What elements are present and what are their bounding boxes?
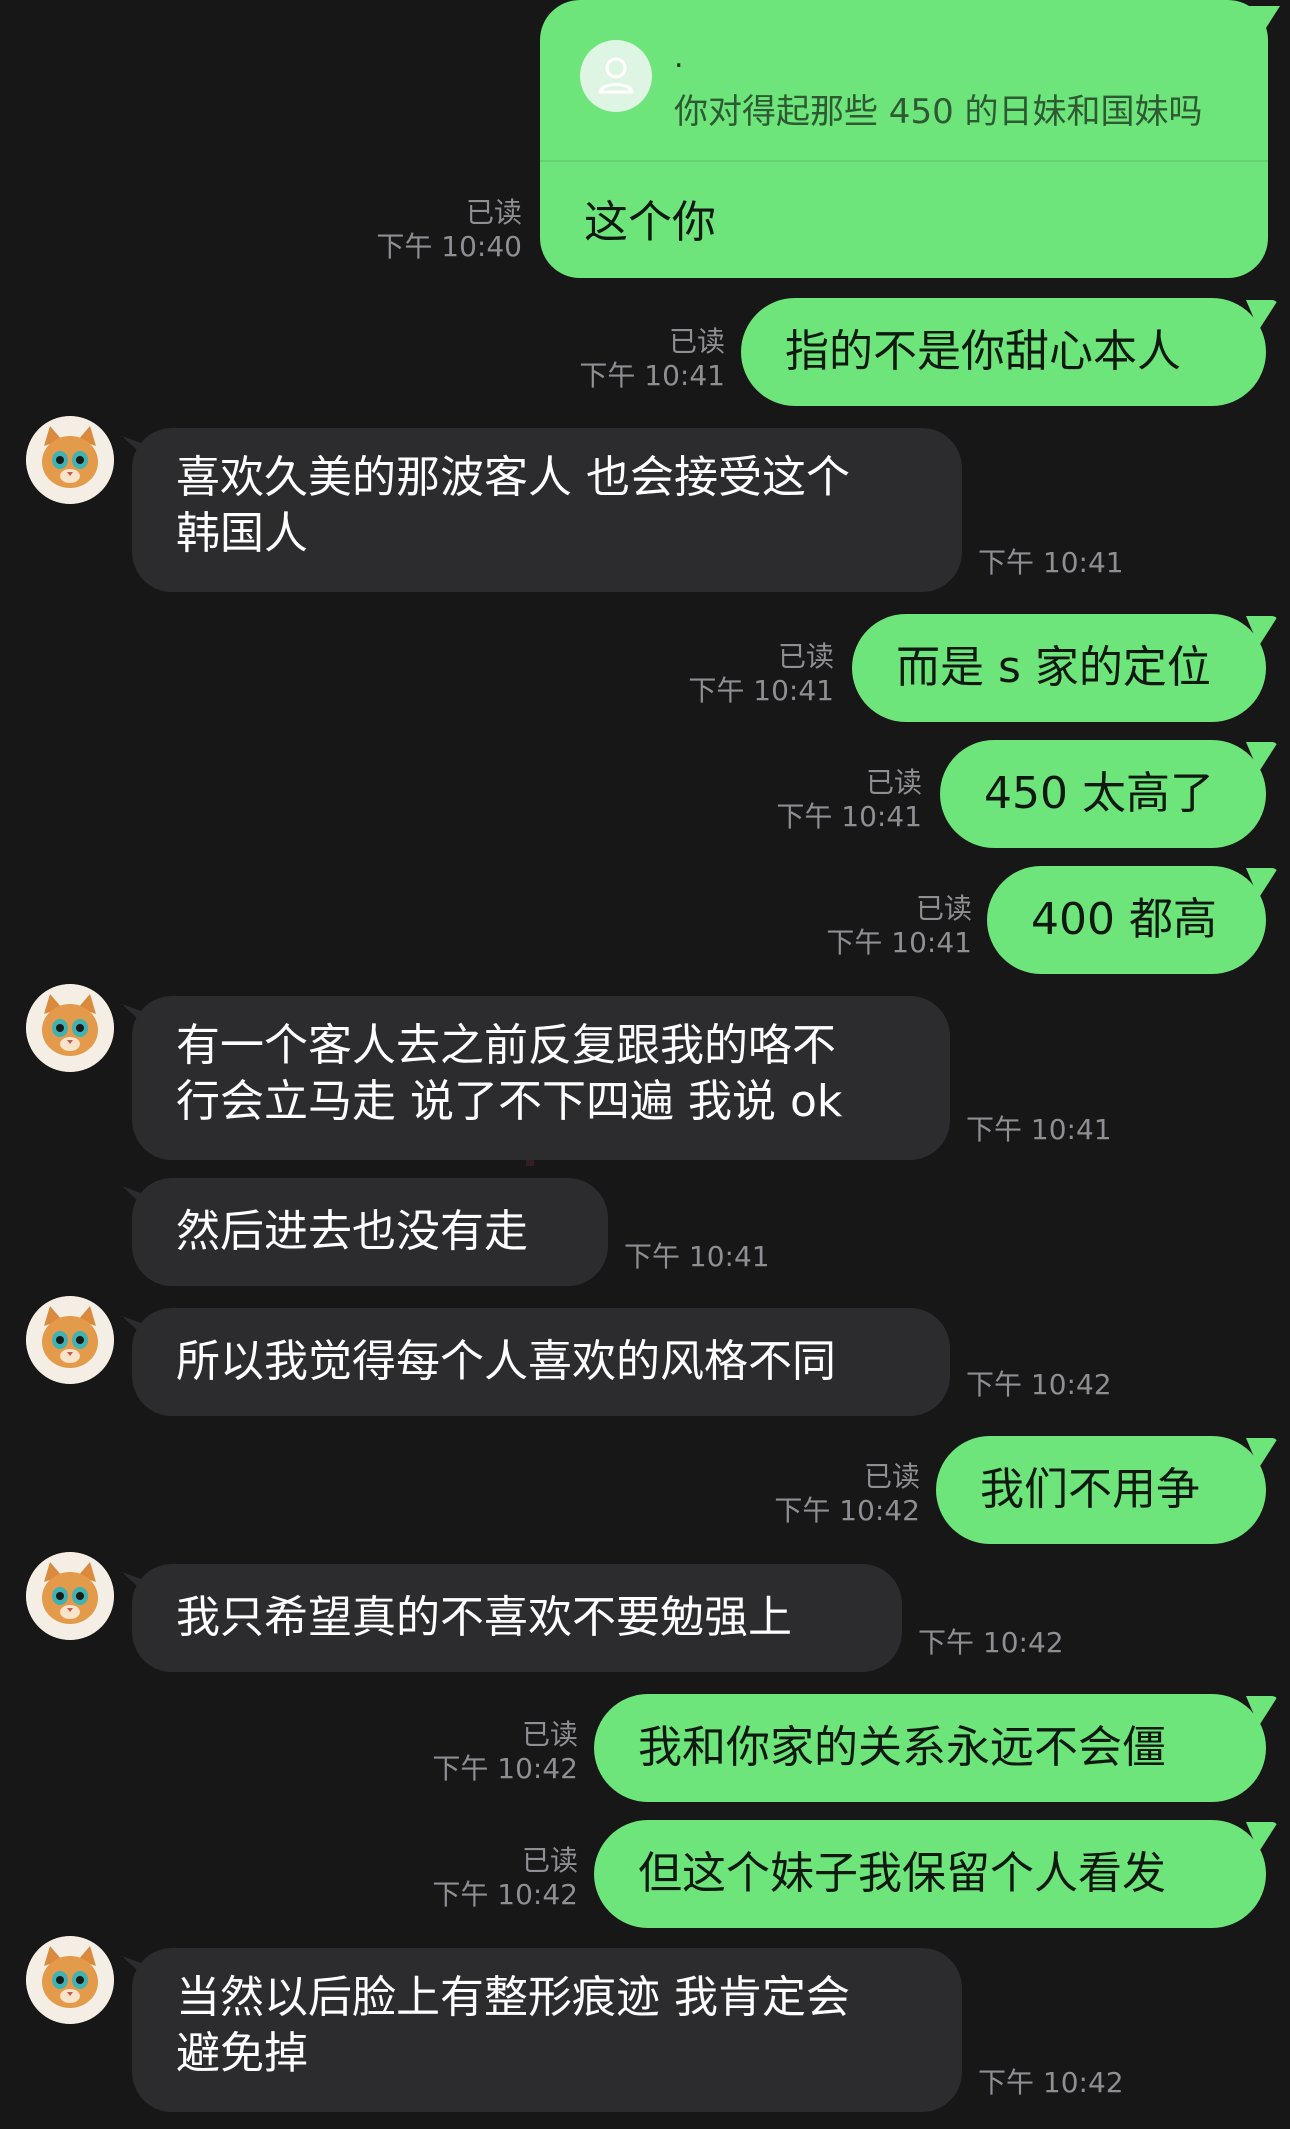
message-meta: 已读 下午 10:40	[376, 196, 522, 264]
incoming-bubble[interactable]: 然后进去也没有走	[132, 1178, 608, 1286]
message-text: 喜欢久美的那波客人 也会接受这个 韩国人	[176, 450, 850, 562]
read-status: 已读	[521, 1718, 578, 1751]
message-text: 当然以后脸上有整形痕迹 我肯定会 避免掉	[176, 1970, 850, 2082]
cat-avatar-icon[interactable]	[26, 1296, 114, 1384]
timestamp: 下午 10:41	[826, 926, 972, 959]
incoming-bubble[interactable]: 我只希望真的不喜欢不要勉强上	[132, 1564, 902, 1672]
message-text: 450 太高了	[984, 768, 1214, 819]
read-status: 已读	[863, 1460, 920, 1493]
outgoing-bubble[interactable]: 指的不是你甜心本人	[741, 298, 1266, 406]
timestamp: 下午 10:41	[624, 1240, 770, 1273]
quote-text: 你对得起那些 450 的日妹和国妹吗	[674, 92, 1203, 132]
message-text: 指的不是你甜心本人	[785, 326, 1181, 377]
cat-avatar-icon[interactable]	[26, 416, 114, 504]
read-status: 已读	[777, 640, 834, 673]
message-meta: 已读 下午 10:41	[776, 766, 922, 834]
user-silhouette-icon	[580, 40, 652, 112]
message-meta: 下午 10:41	[624, 1240, 770, 1274]
read-status: 已读	[865, 766, 922, 799]
quote-sender: .	[674, 40, 684, 75]
message-meta: 已读 下午 10:41	[688, 640, 834, 708]
timestamp: 下午 10:41	[978, 546, 1124, 579]
cat-avatar-icon[interactable]	[26, 1552, 114, 1640]
message-meta: 下午 10:42	[918, 1626, 1064, 1660]
cat-avatar-icon[interactable]	[26, 1936, 114, 2024]
message-line: 喜欢久美的那波客人 也会接受这个	[176, 452, 850, 503]
timestamp: 下午 10:41	[688, 674, 834, 707]
message-line: 行会立马走 说了不下四遍 我说 ok	[176, 1076, 843, 1127]
timestamp: 下午 10:40	[376, 230, 522, 263]
timestamp: 下午 10:42	[966, 1368, 1112, 1401]
message-line: 有一个客人去之前反复跟我的咯不	[176, 1020, 836, 1071]
outgoing-bubble[interactable]: 450 太高了	[940, 740, 1266, 848]
message-meta: 下午 10:41	[978, 546, 1124, 580]
timestamp: 下午 10:42	[978, 2066, 1124, 2099]
message-line: 当然以后脸上有整形痕迹 我肯定会	[176, 1972, 850, 2023]
message-line: 避免掉	[176, 2028, 308, 2079]
read-status: 已读	[668, 325, 725, 358]
message-text: 然后进去也没有走	[176, 1206, 528, 1257]
incoming-bubble[interactable]: 有一个客人去之前反复跟我的咯不 行会立马走 说了不下四遍 我说 ok	[132, 996, 950, 1160]
message-meta: 已读 下午 10:41	[579, 325, 725, 393]
message-meta: 已读 下午 10:42	[774, 1460, 920, 1528]
outgoing-bubble[interactable]: 而是 s 家的定位	[852, 614, 1266, 722]
cat-avatar-icon[interactable]	[26, 984, 114, 1072]
timestamp: 下午 10:42	[432, 1752, 578, 1785]
message-text: 有一个客人去之前反复跟我的咯不 行会立马走 说了不下四遍 我说 ok	[176, 1018, 842, 1130]
timestamp: 下午 10:41	[966, 1113, 1112, 1146]
incoming-bubble[interactable]: 喜欢久美的那波客人 也会接受这个 韩国人	[132, 428, 962, 592]
message-meta: 下午 10:42	[978, 2066, 1124, 2100]
timestamp: 下午 10:42	[918, 1626, 1064, 1659]
message-text: 但这个妹子我保留个人看发	[638, 1848, 1166, 1899]
read-status: 已读	[465, 196, 522, 229]
message-text: 我们不用争	[980, 1464, 1200, 1515]
message-text: 我和你家的关系永远不会僵	[638, 1722, 1166, 1773]
quote-reply-text: 这个你	[584, 197, 716, 248]
message-text: 400 都高	[1031, 894, 1217, 945]
quote-header[interactable]: . 你对得起那些 450 的日妹和国妹吗	[540, 0, 1268, 162]
message-meta: 已读 下午 10:42	[432, 1844, 578, 1912]
outgoing-bubble[interactable]: 400 都高	[987, 866, 1266, 974]
message-text: 而是 s 家的定位	[896, 642, 1211, 693]
message-text: 我只希望真的不喜欢不要勉强上	[176, 1592, 792, 1643]
read-status: 已读	[915, 892, 972, 925]
incoming-bubble[interactable]: 当然以后脸上有整形痕迹 我肯定会 避免掉	[132, 1948, 962, 2112]
read-status: 已读	[521, 1844, 578, 1877]
timestamp: 下午 10:41	[776, 800, 922, 833]
message-text: 所以我觉得每个人喜欢的风格不同	[176, 1336, 836, 1387]
timestamp: 下午 10:41	[579, 359, 725, 392]
message-meta: 下午 10:41	[966, 1113, 1112, 1147]
outgoing-bubble[interactable]: 我们不用争	[936, 1436, 1266, 1544]
chat-screen: . 你对得起那些 450 的日妹和国妹吗 这个你 已读 下午 10:40 指的不…	[0, 0, 1290, 2129]
quoted-reply-bubble[interactable]: . 你对得起那些 450 的日妹和国妹吗 这个你	[540, 0, 1268, 278]
message-meta: 下午 10:42	[966, 1368, 1112, 1402]
incoming-bubble[interactable]: 所以我觉得每个人喜欢的风格不同	[132, 1308, 950, 1416]
timestamp: 下午 10:42	[432, 1878, 578, 1911]
timestamp: 下午 10:42	[774, 1494, 920, 1527]
message-meta: 已读 下午 10:42	[432, 1718, 578, 1786]
message-meta: 已读 下午 10:41	[826, 892, 972, 960]
message-line: 韩国人	[176, 508, 308, 559]
outgoing-bubble[interactable]: 但这个妹子我保留个人看发	[594, 1820, 1266, 1928]
outgoing-bubble[interactable]: 我和你家的关系永远不会僵	[594, 1694, 1266, 1802]
